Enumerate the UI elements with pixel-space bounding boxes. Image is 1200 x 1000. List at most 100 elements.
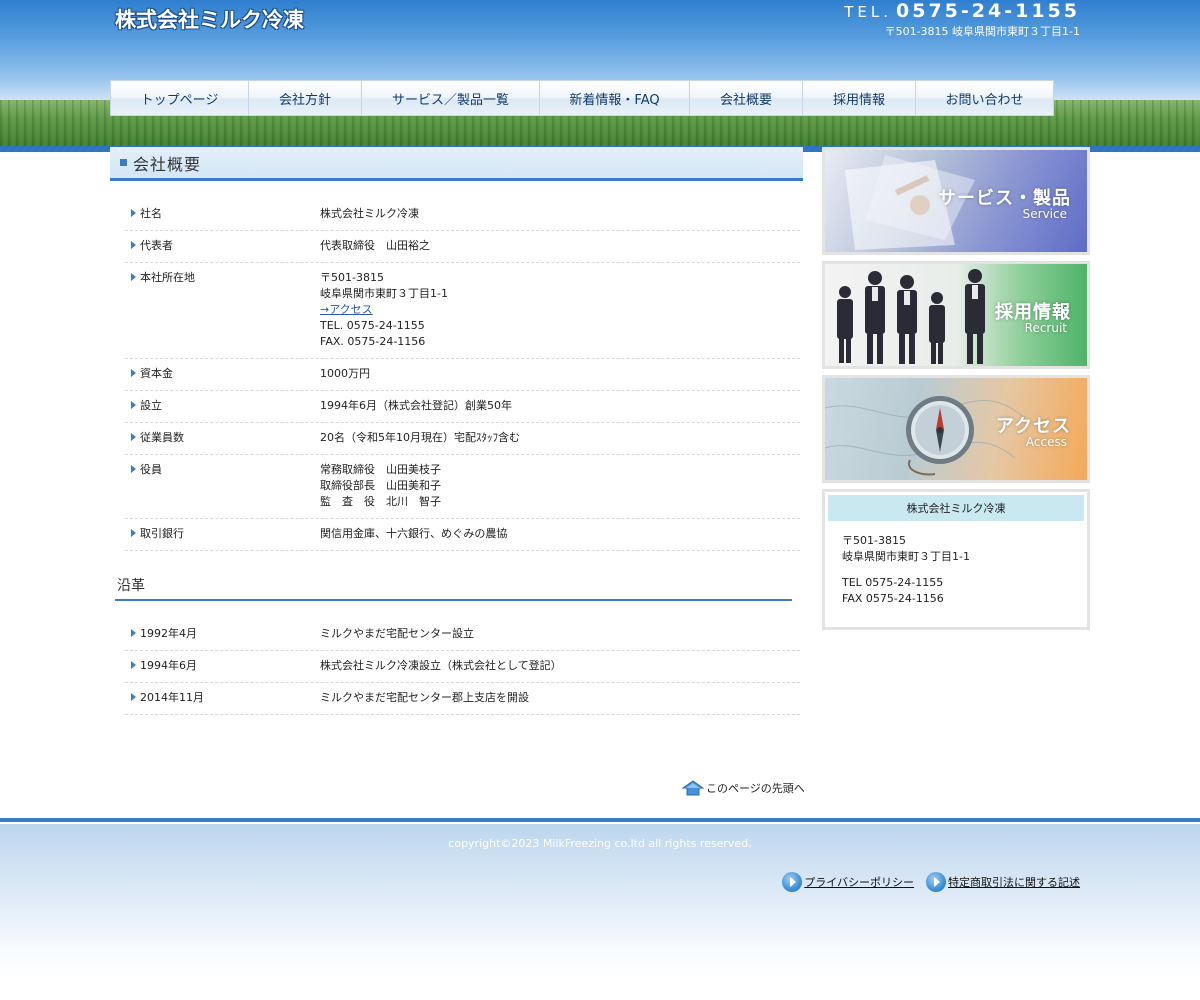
commercial-law-label[interactable]: 特定商取引法に関する記述: [948, 874, 1080, 890]
row-value: 株式会社ミルク冷凍設立（株式会社として登記）: [320, 658, 800, 674]
tel-number: 0575-24-1155: [896, 0, 1080, 22]
privacy-policy-label[interactable]: プライバシーポリシー: [804, 874, 914, 890]
company-info-table: 社名 株式会社ミルク冷凍 代表者 代表取締役 山田裕之 本社所在地 〒501-3…: [125, 199, 800, 551]
row-label: 2014年11月: [125, 690, 320, 706]
header-tel: TEL. 0575-24-1155: [844, 0, 1080, 22]
row-value-text: 1000万円: [320, 367, 370, 380]
row-label: 1994年6月: [125, 658, 320, 674]
row-value-text: 岐阜県関市東町３丁目1-1: [320, 287, 448, 300]
site-logo[interactable]: 株式会社ミルク冷凍: [115, 4, 304, 34]
table-row: 資本金 1000万円: [125, 359, 800, 391]
row-value: 〒501-3815 岐阜県関市東町３丁目1-1 →アクセス TEL. 0575-…: [320, 270, 800, 350]
access-link[interactable]: →アクセス: [320, 303, 373, 316]
arrow-right-icon: [131, 433, 136, 441]
table-row: 1992年4月 ミルクやまだ宅配センター設立: [125, 619, 800, 651]
row-value: 常務取締役 山田美枝子 取締役部長 山田美和子 監 査 役 北川 智子: [320, 462, 800, 510]
row-label-text: 代表者: [140, 239, 173, 252]
row-label-text: 取引銀行: [140, 527, 184, 540]
arrow-right-icon: [131, 241, 136, 249]
access-banner[interactable]: アクセス Access: [822, 375, 1090, 483]
row-label-text: 設立: [140, 399, 162, 412]
row-label-text: 1994年6月: [140, 659, 197, 672]
row-value-text: 常務取締役 山田美枝子: [320, 463, 441, 476]
nav-item-services[interactable]: サービス／製品一覧: [362, 81, 540, 115]
access-banner-sub: Access: [1025, 435, 1067, 449]
global-nav: トップページ 会社方針 サービス／製品一覧 新着情報・FAQ 会社概要 採用情報…: [110, 80, 1054, 116]
footer-links: プライバシーポリシー 特定商取引法に関する記述: [770, 872, 1080, 892]
nav-item-contact[interactable]: お問い合わせ: [916, 81, 1053, 115]
nav-item-recruit[interactable]: 採用情報: [803, 81, 916, 115]
service-banner-sub: Service: [1022, 207, 1067, 221]
row-value: 関信用金庫、十六銀行、めぐみの農協: [320, 526, 800, 542]
row-value: ミルクやまだ宅配センター設立: [320, 626, 800, 642]
row-label: 資本金: [125, 366, 320, 382]
nav-item-policy[interactable]: 会社方針: [249, 81, 362, 115]
nav-item-top[interactable]: トップページ: [111, 81, 249, 115]
sidebar: サービス・製品 Service 採用情報 Recruit アクセス Access…: [822, 147, 1090, 630]
arrow-right-icon: [131, 209, 136, 217]
row-value: 20名（令和5年10月現在）宅配ｽﾀｯﾌ含む: [320, 430, 800, 446]
service-banner[interactable]: サービス・製品 Service: [822, 147, 1090, 255]
table-row: 従業員数 20名（令和5年10月現在）宅配ｽﾀｯﾌ含む: [125, 423, 800, 455]
row-value-text: FAX. 0575-24-1156: [320, 335, 426, 348]
arrow-right-icon: [131, 273, 136, 281]
row-value-text: 取締役部長 山田美和子: [320, 479, 441, 492]
row-label-text: 従業員数: [140, 431, 184, 444]
company-box-postal: 〒501-3815: [842, 534, 906, 547]
row-label: 代表者: [125, 238, 320, 254]
table-row: 本社所在地 〒501-3815 岐阜県関市東町３丁目1-1 →アクセス TEL.…: [125, 263, 800, 359]
privacy-policy-link[interactable]: プライバシーポリシー: [782, 872, 914, 892]
row-value-text: 20名（令和5年10月現在）宅配ｽﾀｯﾌ含む: [320, 431, 520, 444]
house-icon: [682, 780, 704, 796]
row-value-text: 株式会社ミルク冷凍設立（株式会社として登記）: [320, 659, 562, 672]
company-box-address: 岐阜県関市東町３丁目1-1: [842, 550, 970, 563]
row-value-text: 関信用金庫、十六銀行、めぐみの農協: [320, 527, 508, 540]
main-content: 会社概要 社名 株式会社ミルク冷凍 代表者 代表取締役 山田裕之 本社所在地 〒…: [110, 147, 803, 715]
row-label: 設立: [125, 398, 320, 414]
company-box-title: 株式会社ミルク冷凍: [828, 495, 1084, 521]
arrow-right-icon: [131, 465, 136, 473]
arrow-right-icon: [131, 529, 136, 537]
table-row: 役員 常務取締役 山田美枝子 取締役部長 山田美和子 監 査 役 北川 智子: [125, 455, 800, 519]
company-box-tel: TEL 0575-24-1155: [842, 576, 944, 589]
row-value: 代表取締役 山田裕之: [320, 238, 800, 254]
row-label-text: 役員: [140, 463, 162, 476]
arrow-right-icon: [131, 401, 136, 409]
page-top-link[interactable]: このページの先頭へ: [682, 780, 805, 796]
row-label-text: 資本金: [140, 367, 173, 380]
row-label-text: 1992年4月: [140, 627, 197, 640]
commercial-law-link[interactable]: 特定商取引法に関する記述: [926, 872, 1080, 892]
header-address: 〒501-3815 岐阜県関市東町３丁目1-1: [884, 25, 1080, 38]
site-header: 株式会社ミルク冷凍 TEL. 0575-24-1155 〒501-3815 岐阜県…: [0, 0, 1200, 152]
company-box-fax: FAX 0575-24-1156: [842, 592, 944, 605]
company-box-body: 〒501-3815 岐阜県関市東町３丁目1-1 TEL 0575-24-1155…: [828, 521, 1084, 607]
arrow-circle-icon: [926, 872, 946, 892]
row-value-text: 〒501-3815: [320, 271, 384, 284]
row-value-text: 代表取締役 山田裕之: [320, 239, 430, 252]
history-table: 1992年4月 ミルクやまだ宅配センター設立 1994年6月 株式会社ミルク冷凍…: [125, 619, 800, 715]
heading-square-icon: [120, 159, 127, 166]
site-footer: copyright©2023 MilkFreezing co.ltd all r…: [0, 818, 1200, 1000]
company-info-box: 株式会社ミルク冷凍 〒501-3815 岐阜県関市東町３丁目1-1 TEL 05…: [822, 489, 1090, 630]
row-label: 従業員数: [125, 430, 320, 446]
row-label-text: 社名: [140, 207, 162, 220]
row-label: 社名: [125, 206, 320, 222]
arrow-right-icon: [131, 661, 136, 669]
table-row: 2014年11月 ミルクやまだ宅配センター郡上支店を開設: [125, 683, 800, 715]
row-value-text: ミルクやまだ宅配センター郡上支店を開設: [320, 691, 529, 704]
arrow-right-icon: [131, 693, 136, 701]
page-top-label[interactable]: このページの先頭へ: [706, 780, 805, 796]
nav-item-company[interactable]: 会社概要: [690, 81, 803, 115]
nav-item-news-faq[interactable]: 新着情報・FAQ: [540, 81, 690, 115]
recruit-banner-sub: Recruit: [1024, 321, 1067, 335]
header-contact: TEL. 0575-24-1155 〒501-3815 岐阜県関市東町３丁目1-1: [844, 0, 1080, 39]
arrow-right-icon: [131, 369, 136, 377]
row-label: 1992年4月: [125, 626, 320, 642]
table-row: 設立 1994年6月（株式会社登記）創業50年: [125, 391, 800, 423]
row-label-text: 2014年11月: [140, 691, 204, 704]
row-value: 1000万円: [320, 366, 800, 382]
page-title: 会社概要: [133, 154, 202, 174]
row-label-text: 本社所在地: [140, 271, 195, 284]
recruit-banner[interactable]: 採用情報 Recruit: [822, 261, 1090, 369]
row-value-text: 1994年6月（株式会社登記）創業50年: [320, 399, 512, 412]
